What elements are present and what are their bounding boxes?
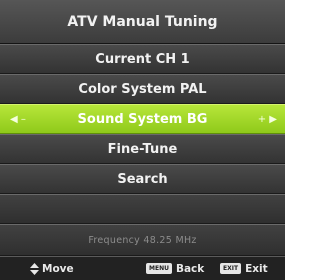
left-arrow-icon[interactable]: ◀ – [10,105,26,133]
menu-item-fine-tune[interactable]: Fine-Tune [0,134,285,164]
menu-title: ATV Manual Tuning [0,0,285,44]
menu-item-label: Search [117,171,168,187]
menu-item-search[interactable]: Search [0,164,285,194]
exit-key-icon: EXIT [220,263,242,274]
menu-item-label: Color System PAL [78,81,207,97]
menu-key-icon: MENU [146,263,172,274]
menu-item-sound-system[interactable]: ◀ – Sound System BG + ▶ [0,104,285,134]
empty-row [0,194,285,224]
footer-exit-hint: EXIT Exit [220,257,268,280]
up-down-arrows-icon [30,262,39,275]
menu-item-label: Fine-Tune [107,141,178,157]
footer-hint-bar: Move MENU Back EXIT Exit [0,256,285,280]
move-label: Move [42,262,74,275]
footer-back-hint: MENU Back [146,257,204,280]
menu-item-current-channel[interactable]: Current CH 1 [0,44,285,74]
frequency-readout: Frequency 48.25 MHz [88,234,197,246]
frequency-row: Frequency 48.25 MHz [0,224,285,256]
right-arrow-icon[interactable]: + ▶ [258,105,277,133]
menu-item-label: Sound System BG [77,111,208,127]
exit-label: Exit [245,262,268,275]
back-label: Back [175,262,205,275]
footer-move-hint: Move [30,257,74,280]
menu-item-color-system[interactable]: Color System PAL [0,74,285,104]
menu-item-label: Current CH 1 [95,51,190,67]
atv-manual-tuning-menu: ATV Manual Tuning Current CH 1 Color Sys… [0,0,285,280]
